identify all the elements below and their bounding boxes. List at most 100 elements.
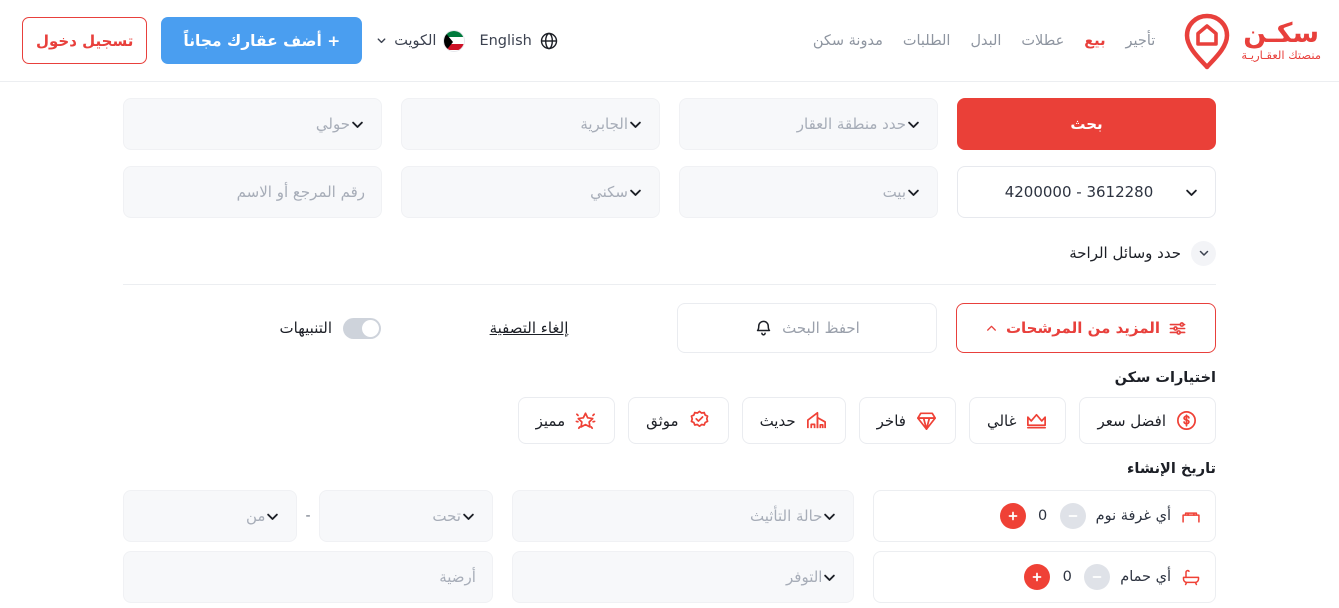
minus-icon (1092, 576, 1102, 578)
amenities-toggle[interactable]: حدد وسائل الراحة (1069, 240, 1216, 266)
availability-select[interactable]: التوفر (511, 551, 855, 603)
chip-label: افضل سعر (1097, 411, 1166, 430)
area-value: الجابرية (580, 115, 628, 133)
chevron-down-icon (377, 38, 386, 44)
area-cell: الجابرية (401, 98, 660, 150)
search-button[interactable]: بحث (957, 98, 1216, 150)
chevron-down-icon (630, 121, 641, 128)
chip-label: مميز (535, 411, 566, 430)
bedrooms-stepper: أي غرفة نوم 0 (873, 490, 1216, 542)
nav-item-sell[interactable]: بيع (1084, 33, 1105, 49)
nav-item-exchange[interactable]: البدل (970, 33, 1001, 49)
nav-item-requests[interactable]: الطلبات (903, 33, 951, 49)
clear-filters-cell: إلغاء التصفية (400, 319, 658, 337)
governorate-value: حولي (315, 115, 350, 133)
save-search-button[interactable]: احفظ البحث (677, 303, 937, 353)
add-property-button[interactable]: + أضف عقارك مجاناً (161, 17, 363, 64)
search-row-2: 3612280 - 4200000 بيت سكني رقم المرجع أو… (123, 166, 1216, 218)
governorate-select[interactable]: حولي (123, 98, 382, 150)
header-right-controls: تسجيل دخول + أضف عقارك مجاناً الكويت Eng… (22, 17, 559, 64)
chip-modern[interactable]: حديث (741, 397, 846, 444)
nav-item-blog[interactable]: مدونة سكن (813, 33, 883, 49)
verified-badge-icon (690, 410, 708, 428)
construction-from-select[interactable]: من (123, 490, 298, 542)
bedrooms-increment-button[interactable] (999, 503, 1026, 529)
amenities-label: حدد وسائل الراحة (1069, 244, 1181, 262)
chevron-down-icon (824, 513, 836, 520)
more-filters-button[interactable]: المزيد من المرشحات (956, 303, 1216, 353)
chevron-circle (1191, 240, 1216, 266)
availability-placeholder: التوفر (786, 568, 823, 586)
property-area-value: حدد منطقة العقار (796, 115, 906, 133)
bedrooms-count: 0 (1037, 508, 1048, 524)
details-grid: أي غرفة نوم 0 أي حمام 0 حالة التأثيث الت… (123, 490, 1216, 603)
alerts-cell: التنبيهات (123, 317, 381, 339)
construction-to-placeholder: تحت (432, 507, 461, 525)
bathrooms-increment-button[interactable] (1024, 564, 1051, 590)
purpose-cell: سكني (401, 166, 660, 218)
plus-icon (1032, 572, 1042, 582)
construction-from-placeholder: من (245, 507, 266, 525)
price-range-cell: 3612280 - 4200000 (957, 166, 1216, 218)
property-area-select[interactable]: حدد منطقة العقار (679, 98, 938, 150)
chip-luxury[interactable]: فاخر (858, 397, 956, 444)
brand-tagline: منصتك العقـاريـة (1241, 47, 1321, 62)
country-selector[interactable]: الكويت (376, 29, 466, 52)
steppers-column: أي غرفة نوم 0 أي حمام 0 (873, 490, 1216, 603)
brand-logo-group[interactable]: سكـن منصتك العقـاريـة (1181, 12, 1321, 70)
property-area-cell: حدد منطقة العقار (679, 98, 938, 150)
purpose-value: سكني (590, 183, 628, 201)
construction-column: تحت - من أرضية (123, 490, 493, 603)
bedrooms-decrement-button[interactable] (1059, 503, 1086, 529)
construction-date-range: تحت - من (123, 490, 493, 542)
chip-best-price[interactable]: افضل سعر (1079, 397, 1216, 444)
chip-label: غالي (986, 411, 1017, 430)
brand-name: سكـن (1243, 17, 1320, 49)
governorate-cell: حولي (123, 98, 382, 150)
bathrooms-label: أي حمام (1120, 569, 1171, 585)
chip-label: حديث (759, 411, 796, 430)
alerts-toggle[interactable] (343, 317, 381, 339)
sakan-choices-title: اختيارات سكن (1114, 370, 1216, 386)
clear-filters-link[interactable]: إلغاء التصفية (490, 319, 569, 337)
construction-to-select[interactable]: تحت (318, 490, 493, 542)
property-type-cell: بيت (679, 166, 938, 218)
chip-featured[interactable]: مميز (517, 397, 616, 444)
chevron-down-icon (908, 189, 919, 196)
login-button[interactable]: تسجيل دخول (22, 17, 148, 64)
bedrooms-label: أي غرفة نوم (1095, 508, 1171, 524)
floor-placeholder: أرضية (439, 568, 476, 586)
floor-input[interactable]: أرضية (123, 551, 493, 603)
kuwait-flag-icon (443, 29, 466, 52)
brand-text: سكـن منصتك العقـاريـة (1241, 20, 1321, 62)
more-filters-label: المزيد من المرشحات (1005, 319, 1161, 337)
bathrooms-stepper: أي حمام 0 (873, 551, 1216, 603)
area-select[interactable]: الجابرية (401, 98, 660, 150)
divider (123, 284, 1216, 285)
price-range-select[interactable]: 3612280 - 4200000 (957, 166, 1216, 218)
plus-icon (1008, 511, 1017, 521)
nav-item-rent[interactable]: تأجير (1126, 33, 1156, 49)
property-type-select[interactable]: بيت (679, 166, 938, 218)
main-navigation: تأجير بيع عطلات البدل الطلبات مدونة سكن (813, 33, 1156, 49)
chevron-down-icon (908, 121, 919, 128)
minus-icon (1068, 515, 1077, 517)
chip-expensive[interactable]: غالي (968, 397, 1067, 444)
property-type-value: بيت (882, 183, 906, 201)
chip-verified[interactable]: موثق (628, 397, 729, 444)
middle-column: حالة التأثيث التوفر (511, 490, 855, 603)
bathrooms-decrement-button[interactable] (1084, 564, 1111, 590)
chip-label: موثق (646, 411, 679, 430)
chevron-down-icon (463, 513, 474, 520)
purpose-select[interactable]: سكني (401, 166, 660, 218)
nav-item-holidays[interactable]: عطلات (1021, 33, 1064, 49)
language-selector[interactable]: English (479, 31, 558, 51)
construction-date-title: تاريخ الإنشاء (1126, 461, 1216, 477)
dollar-circle-icon (1177, 411, 1196, 430)
chevron-up-icon (986, 325, 996, 331)
search-button-label: بحث (1070, 115, 1103, 133)
reference-input[interactable]: رقم المرجع أو الاسم (123, 166, 382, 218)
furnishing-select[interactable]: حالة التأثيث (511, 490, 855, 542)
bell-icon (756, 320, 771, 336)
chevron-down-icon (267, 513, 279, 520)
